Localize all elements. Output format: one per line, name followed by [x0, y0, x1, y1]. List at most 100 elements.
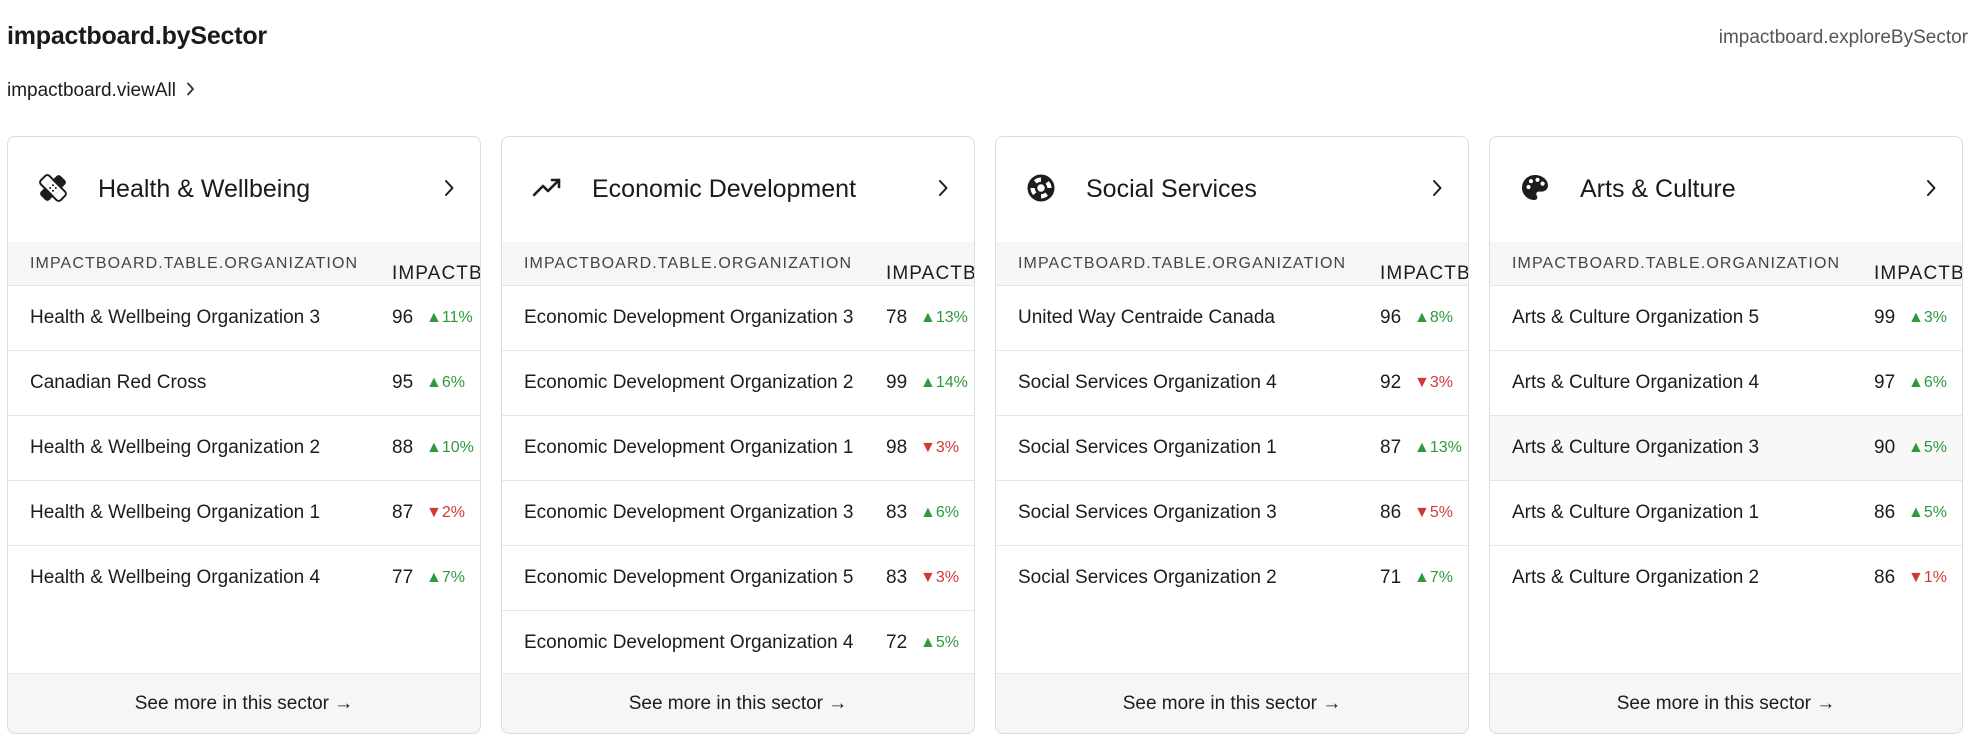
organization-name: Social Services Organization 1: [1018, 437, 1277, 458]
score-change: ▼5%: [1414, 504, 1453, 521]
score-change: ▲6%: [1908, 374, 1947, 391]
sector-title: Health & Wellbeing: [98, 175, 311, 203]
organization-name: Arts & Culture Organization 3: [1512, 437, 1760, 458]
impact-score: 77: [392, 567, 414, 588]
impact-score: 97: [1874, 372, 1896, 393]
column-header-score[interactable]: IMPACTBOARD.TABLE.SCORE: [1380, 263, 1468, 285]
sector-cards: Health & Wellbeing IMPACTBOARD.TABLE.ORGA…: [7, 136, 1965, 734]
table-row[interactable]: Health & Wellbeing Organization 1 87 ▼2%: [8, 481, 480, 546]
impact-score: 71: [1380, 567, 1402, 588]
table-row[interactable]: Economic Development Organization 1 98 ▼3%: [502, 416, 974, 481]
impact-score: 83: [886, 502, 908, 523]
impact-score: 87: [1380, 437, 1402, 458]
organization-name: Social Services Organization 2: [1018, 567, 1277, 588]
impact-score: 99: [886, 372, 908, 393]
trending-up-icon: [532, 173, 562, 203]
table-row[interactable]: Economic Development Organization 3 83 ▲6%: [502, 481, 974, 546]
organization-list: Economic Development Organization 3 78 ▲13…: [502, 286, 974, 676]
explore-by-sector-link[interactable]: impactboard.exploreBySector: [1719, 27, 1968, 49]
column-header-score[interactable]: IMPACTBOARD.TABLE.SCORE: [1874, 263, 1962, 285]
sector-title: Economic Development: [592, 175, 857, 203]
impact-score: 86: [1874, 502, 1896, 523]
score-change: ▲6%: [426, 374, 465, 391]
organization-name: Arts & Culture Organization 5: [1512, 307, 1760, 328]
table-row[interactable]: Arts & Culture Organization 4 97 ▲6%: [1490, 351, 1962, 416]
table-header: IMPACTBOARD.TABLE.ORGANIZATION IMPACTBOAR…: [502, 242, 974, 286]
organization-name: Social Services Organization 3: [1018, 502, 1277, 523]
view-all-label: impactboard.viewAll: [7, 80, 176, 101]
table-header: IMPACTBOARD.TABLE.ORGANIZATION IMPACTBOAR…: [1490, 242, 1962, 286]
table-row[interactable]: Social Services Organization 4 92 ▼3%: [996, 351, 1468, 416]
column-header-organization[interactable]: IMPACTBOARD.TABLE.ORGANIZATION: [524, 255, 852, 273]
organization-name: Economic Development Organization 3: [524, 307, 854, 328]
table-row[interactable]: Social Services Organization 1 87 ▲13%: [996, 416, 1468, 481]
organization-name: United Way Centraide Canada: [1018, 307, 1275, 328]
table-header: IMPACTBOARD.TABLE.ORGANIZATION IMPACTBOAR…: [996, 242, 1468, 286]
score-change: ▲13%: [920, 309, 968, 326]
chevron-right-icon[interactable]: [442, 178, 456, 198]
chevron-right-icon[interactable]: [1430, 178, 1444, 198]
impact-score: 78: [886, 307, 908, 328]
score-change: ▲10%: [426, 439, 474, 456]
table-row[interactable]: Social Services Organization 3 86 ▼5%: [996, 481, 1468, 546]
score-change: ▲7%: [1414, 569, 1453, 586]
table-row[interactable]: Health & Wellbeing Organization 2 88 ▲10%: [8, 416, 480, 481]
table-row[interactable]: Arts & Culture Organization 1 86 ▲5%: [1490, 481, 1962, 546]
score-change: ▲11%: [426, 309, 473, 326]
see-more-button[interactable]: See more in this sector →: [8, 673, 480, 733]
organization-name: Health & Wellbeing Organization 4: [30, 567, 321, 588]
organization-name: Health & Wellbeing Organization 1: [30, 502, 321, 523]
organization-name: Canadian Red Cross: [30, 372, 207, 393]
table-row[interactable]: Arts & Culture Organization 2 86 ▼1%: [1490, 546, 1962, 611]
table-row[interactable]: Health & Wellbeing Organization 4 77 ▲7%: [8, 546, 480, 611]
see-more-button[interactable]: See more in this sector →: [1490, 673, 1962, 733]
column-header-organization[interactable]: IMPACTBOARD.TABLE.ORGANIZATION: [1018, 255, 1346, 273]
chevron-right-icon[interactable]: [1924, 178, 1938, 198]
table-row[interactable]: United Way Centraide Canada 96 ▲8%: [996, 286, 1468, 351]
organization-name: Arts & Culture Organization 4: [1512, 372, 1760, 393]
organization-name: Economic Development Organization 5: [524, 567, 854, 588]
table-row[interactable]: Arts & Culture Organization 5 99 ▲3%: [1490, 286, 1962, 351]
sector-card-header[interactable]: Social Services: [996, 137, 1468, 242]
table-row[interactable]: Social Services Organization 2 71 ▲7%: [996, 546, 1468, 611]
impact-score: 95: [392, 372, 414, 393]
table-row[interactable]: Canadian Red Cross 95 ▲6%: [8, 351, 480, 416]
sector-card: Economic Development IMPACTBOARD.TABLE.OR…: [501, 136, 975, 734]
score-change: ▼3%: [920, 569, 959, 586]
see-more-button[interactable]: See more in this sector →: [502, 673, 974, 733]
organization-list: Arts & Culture Organization 5 99 ▲3% Arts &…: [1490, 286, 1962, 611]
column-header-score[interactable]: IMPACTBOARD.TABLE.SCORE: [886, 263, 974, 285]
organization-name: Health & Wellbeing Organization 2: [30, 437, 321, 458]
sector-card: Health & Wellbeing IMPACTBOARD.TABLE.ORGA…: [7, 136, 481, 734]
table-row[interactable]: Economic Development Organization 5 83 ▼3%: [502, 546, 974, 611]
sector-card: Social Services IMPACTBOARD.TABLE.ORGANIZ…: [995, 136, 1469, 734]
column-header-organization[interactable]: IMPACTBOARD.TABLE.ORGANIZATION: [1512, 255, 1840, 273]
score-change: ▼3%: [920, 439, 959, 456]
table-row[interactable]: Arts & Culture Organization 3 90 ▲5%: [1490, 416, 1962, 481]
view-all-link[interactable]: impactboard.viewAll: [7, 80, 195, 102]
organization-list: Health & Wellbeing Organization 3 96 ▲11% C…: [8, 286, 480, 611]
table-row[interactable]: Economic Development Organization 4 72 ▲5%: [502, 611, 974, 676]
organization-name: Economic Development Organization 2: [524, 372, 854, 393]
column-header-score[interactable]: IMPACTBOARD.TABLE.SCORE: [392, 263, 480, 285]
score-change: ▲14%: [920, 374, 968, 391]
table-row[interactable]: Economic Development Organization 3 78 ▲13…: [502, 286, 974, 351]
impact-score: 92: [1380, 372, 1402, 393]
score-change: ▼1%: [1908, 569, 1947, 586]
column-header-organization[interactable]: IMPACTBOARD.TABLE.ORGANIZATION: [30, 255, 358, 273]
organization-name: Health & Wellbeing Organization 3: [30, 307, 321, 328]
sector-card-header[interactable]: Arts & Culture: [1490, 137, 1962, 242]
impact-score: 90: [1874, 437, 1896, 458]
lifebuoy-icon: [1026, 173, 1056, 203]
score-change: ▲5%: [1908, 439, 1947, 456]
sector-card-header[interactable]: Economic Development: [502, 137, 974, 242]
impact-score: 88: [392, 437, 414, 458]
organization-name: Economic Development Organization 4: [524, 632, 854, 653]
sector-card-header[interactable]: Health & Wellbeing: [8, 137, 480, 242]
chevron-right-icon[interactable]: [936, 178, 950, 198]
table-row[interactable]: Health & Wellbeing Organization 3 96 ▲11%: [8, 286, 480, 351]
score-change: ▲3%: [1908, 309, 1947, 326]
table-row[interactable]: Economic Development Organization 2 99 ▲14…: [502, 351, 974, 416]
organization-name: Arts & Culture Organization 1: [1512, 502, 1760, 523]
see-more-button[interactable]: See more in this sector →: [996, 673, 1468, 733]
